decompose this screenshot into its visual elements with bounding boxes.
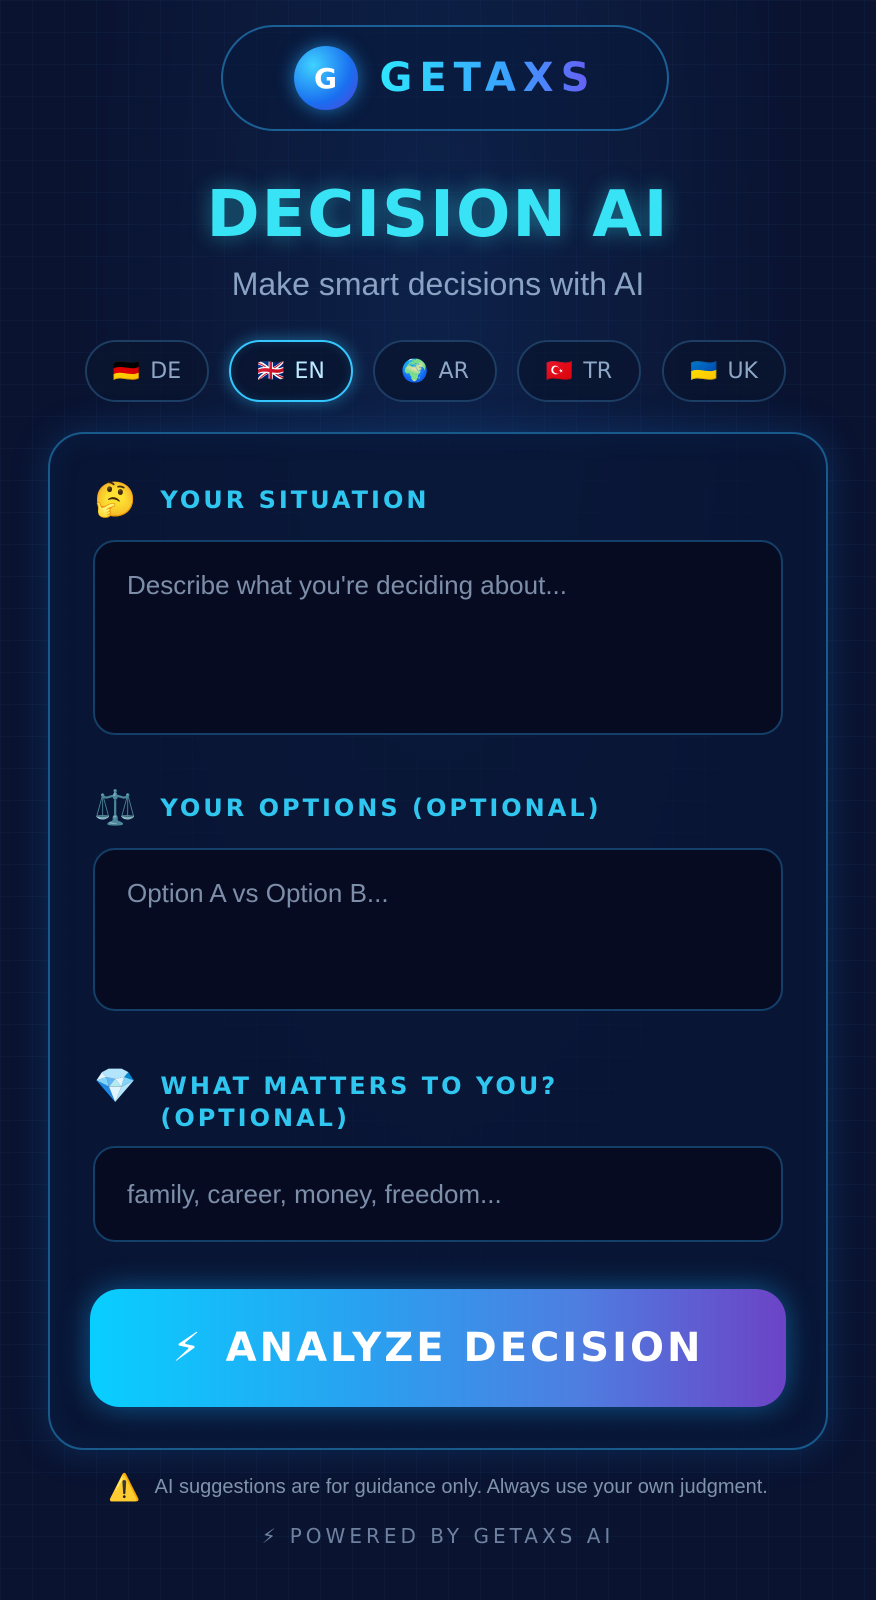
flag-uk-icon: 🇬🇧 [257, 358, 285, 384]
analyze-decision-button[interactable]: ⚡ ANALYZE DECISION [90, 1289, 786, 1407]
language-code: AR [438, 358, 469, 384]
gem-icon: 💎 [94, 1066, 137, 1106]
globe-icon: 🌍 [401, 358, 429, 384]
brand-logo-icon: G [293, 46, 358, 110]
language-button-en[interactable]: 🇬🇧 EN [229, 340, 353, 402]
page-subtitle: Make smart decisions with AI [231, 266, 645, 302]
values-input[interactable] [93, 1146, 783, 1242]
language-button-ar[interactable]: 🌍 AR [373, 340, 497, 402]
analyze-button-label: ANALYZE DECISION [225, 1325, 704, 1371]
options-input[interactable] [93, 848, 783, 1011]
lightning-icon: ⚡ [172, 1325, 204, 1371]
flag-ua-icon: 🇺🇦 [690, 358, 718, 384]
thinking-face-icon: 🤔 [94, 480, 137, 520]
flag-tr-icon: 🇹🇷 [545, 358, 574, 384]
language-code: EN [294, 358, 325, 384]
options-label-text: YOUR OPTIONS (OPTIONAL) [160, 794, 602, 822]
disclaimer: ⚠️ AI suggestions are for guidance only.… [0, 1472, 876, 1503]
scales-icon: ⚖️ [94, 788, 137, 828]
powered-by-text: POWERED BY GETAXS AI [289, 1524, 615, 1548]
disclaimer-text: AI suggestions are for guidance only. Al… [154, 1476, 768, 1498]
situation-input[interactable] [93, 540, 783, 735]
language-code: TR [583, 358, 613, 384]
language-button-de[interactable]: 🇩🇪 DE [85, 340, 209, 402]
values-label-text: WHAT MATTERS TO YOU? (OPTIONAL) [160, 1072, 559, 1132]
powered-by: ⚡ POWERED BY GETAXS AI [0, 1524, 876, 1548]
flag-de-icon: 🇩🇪 [112, 358, 141, 384]
language-button-tr[interactable]: 🇹🇷 TR [517, 340, 641, 402]
language-code: UK [727, 358, 758, 384]
language-button-uk[interactable]: 🇺🇦 UK [662, 340, 786, 402]
brand-pill: G GETAXS [221, 25, 669, 131]
warning-icon: ⚠️ [108, 1472, 141, 1502]
situation-label-text: YOUR SITUATION [160, 486, 430, 514]
options-label: ⚖️ YOUR OPTIONS (OPTIONAL) [94, 788, 720, 828]
language-code: DE [150, 358, 182, 384]
page-title: DECISION AI [206, 178, 670, 252]
lightning-icon: ⚡ [261, 1524, 280, 1548]
brand-name: GETAXS [379, 55, 597, 101]
values-label: 💎 WHAT MATTERS TO YOU? (OPTIONAL) [94, 1066, 720, 1134]
situation-label: 🤔 YOUR SITUATION [94, 480, 720, 520]
